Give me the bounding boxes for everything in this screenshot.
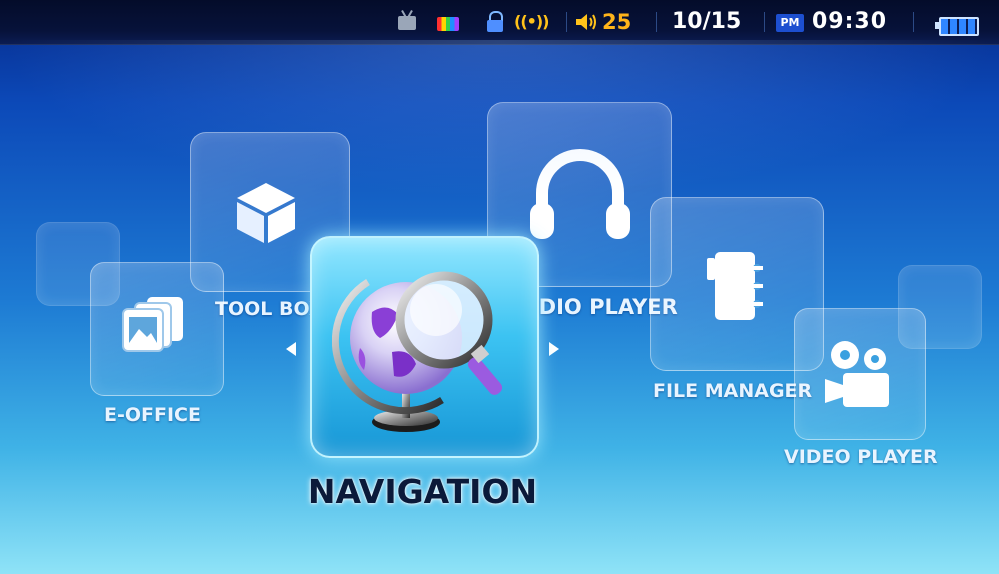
cube-icon: [237, 183, 295, 243]
home-screen: ((•)) 25 10/15 PM 09:30 TOOL BOX E-OFFIC…: [0, 0, 999, 574]
video-player-tile[interactable]: [794, 308, 926, 440]
battery-icon: [935, 8, 979, 36]
movie-camera-icon: [825, 341, 889, 407]
status-divider: [913, 12, 914, 32]
next-arrow[interactable]: [549, 342, 559, 356]
color-icon[interactable]: [437, 8, 461, 36]
notebook-icon: [707, 252, 763, 320]
clock: 09:30: [812, 9, 888, 34]
video-player-label: VIDEO PLAYER: [784, 446, 938, 468]
status-divider: [764, 12, 765, 32]
e-office-label: E-OFFICE: [104, 404, 201, 426]
documents-icon: [122, 297, 183, 352]
navigation-label: NAVIGATION: [307, 472, 538, 511]
previous-arrow[interactable]: [286, 342, 296, 356]
status-divider: [566, 12, 567, 32]
globe-magnifier-icon: [332, 271, 503, 432]
file-manager-label: FILE MANAGER: [653, 380, 813, 402]
lock-icon[interactable]: [487, 8, 503, 36]
tool-box-label: TOOL BOX: [215, 298, 324, 320]
ampm-badge: PM: [776, 14, 804, 32]
e-office-tile[interactable]: [90, 262, 224, 396]
status-divider: [656, 12, 657, 32]
tv-icon[interactable]: [398, 8, 418, 36]
signal-icon: ((•)): [514, 12, 549, 31]
speaker-icon[interactable]: [576, 8, 598, 36]
status-bar: ((•)) 25 10/15 PM 09:30: [0, 0, 999, 45]
volume-level: 25: [602, 10, 632, 34]
date: 10/15: [672, 9, 742, 34]
navigation-tile[interactable]: [310, 236, 539, 458]
headphones-icon: [530, 149, 630, 239]
